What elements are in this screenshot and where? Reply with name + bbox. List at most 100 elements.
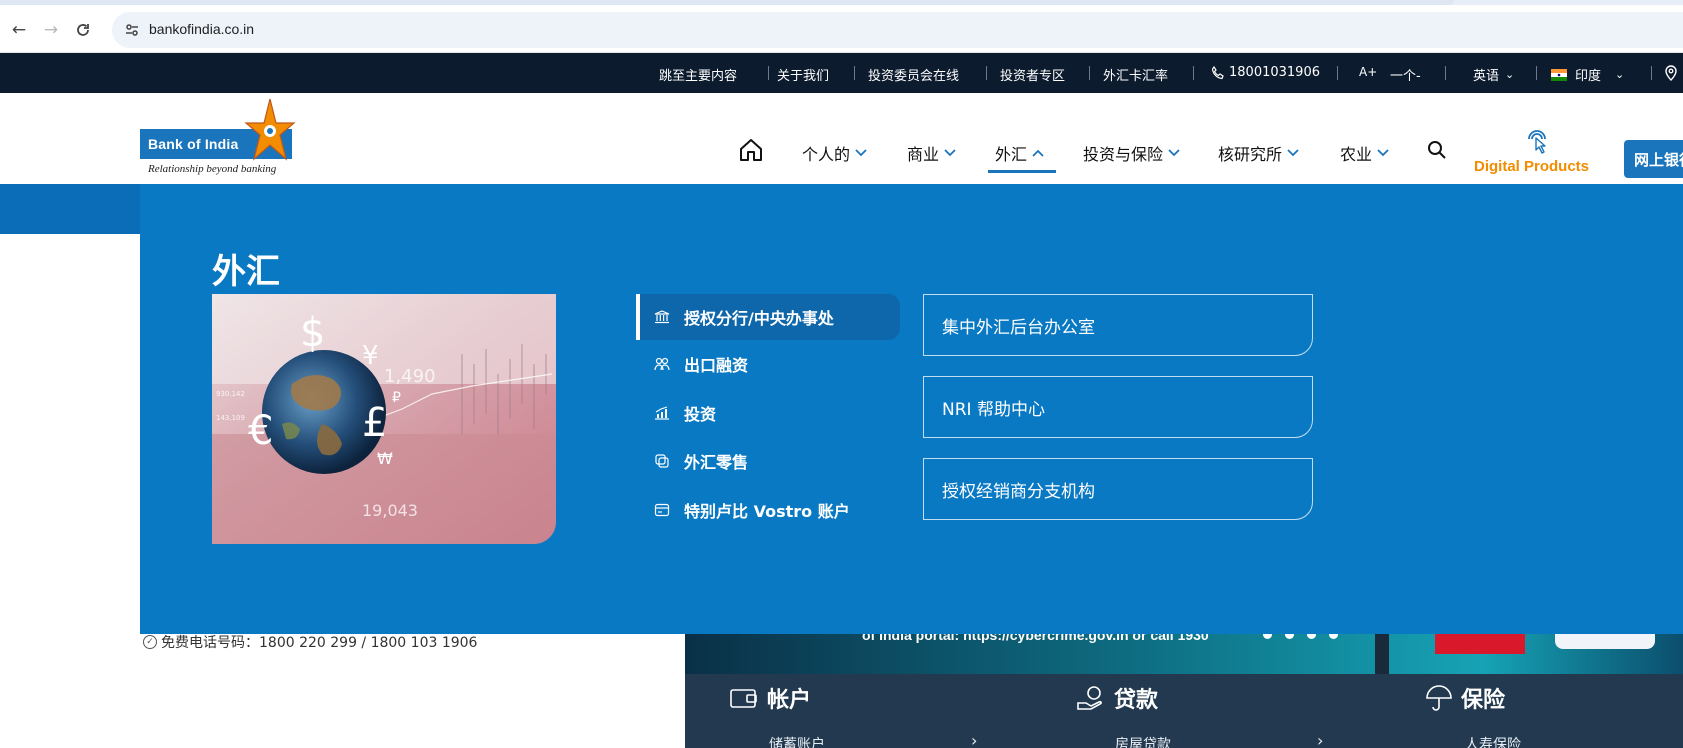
ruble-symbol: ₽ (392, 390, 401, 406)
quick-heading-label: 贷款 (1114, 688, 1159, 713)
investor-committee-link[interactable]: 投资委员会在线 (868, 65, 959, 84)
active-nav-underline (988, 170, 1056, 173)
nav-label: 核研究所 (1218, 145, 1283, 164)
figure-143109: 143,109 (216, 414, 245, 422)
euro-symbol: € (248, 408, 273, 454)
divider (1193, 66, 1194, 80)
divider (1337, 66, 1338, 80)
vostro-account-icon (652, 500, 672, 520)
chevron-down-icon (1168, 146, 1180, 160)
category-investment[interactable]: 投资 (636, 390, 900, 436)
address-bar[interactable]: bankofindia.co.in (112, 12, 1683, 48)
site-header: Bank of India Relationship beyond bankin… (0, 93, 1683, 184)
chevron-right-icon[interactable]: › (1317, 731, 1323, 748)
check-circle-icon: ✓ (143, 635, 157, 649)
figure-1490: 1,490 (384, 366, 436, 387)
about-us-link[interactable]: 关于我们 (777, 65, 829, 84)
home-icon[interactable] (738, 137, 764, 163)
won-symbol: ₩ (377, 449, 393, 468)
digital-products-label: Digital Products (1474, 158, 1590, 175)
chevron-down-icon (1287, 146, 1299, 160)
forex-retail-icon (652, 451, 672, 471)
dollar-symbol: $ (300, 310, 325, 356)
digital-products-link[interactable]: Digital Products (1474, 130, 1604, 177)
chevron-up-icon (1032, 146, 1044, 160)
quick-heading-label: 保险 (1461, 688, 1506, 713)
category-forex-retail[interactable]: 外汇零售 (636, 438, 900, 484)
chevron-down-icon (1377, 146, 1389, 160)
investment-chart-icon (652, 403, 672, 423)
utility-bar: 跳至主要内容 关于我们 投资委员会在线 投资者专区 外汇卡汇率 18001031… (0, 53, 1683, 93)
life-insurance-link[interactable]: 人寿保险 (1465, 734, 1521, 748)
language-label: 英语 (1473, 69, 1500, 84)
figure-930142: 930.142 (216, 390, 245, 398)
nav-forex[interactable]: 外汇 (995, 141, 1044, 165)
nav-agriculture[interactable]: 农业 (1340, 141, 1389, 165)
quick-loans-heading[interactable]: 贷款 (1076, 682, 1158, 714)
forex-rates-link[interactable]: 外汇卡汇率 (1103, 65, 1168, 84)
loan-hand-icon (1077, 686, 1102, 710)
export-finance-icon (652, 354, 672, 374)
back-icon[interactable]: ← (8, 19, 30, 41)
font-normal-button[interactable]: 一个- (1390, 65, 1421, 84)
investor-zone-link[interactable]: 投资者专区 (1000, 65, 1065, 84)
pound-symbol: £ (362, 400, 387, 446)
forex-globe-image: $ ¥ € £ ₩ ₽ 1,490 19,043 930.142 143,109 (212, 294, 556, 544)
category-authorized-branch[interactable]: 授权分行/中央办事处 (636, 294, 900, 340)
reload-icon[interactable] (72, 19, 94, 41)
bank-logo[interactable]: Bank of India Relationship beyond bankin… (140, 97, 296, 181)
site-info-icon[interactable] (123, 21, 141, 39)
category-label: 授权分行/中央办事处 (684, 309, 834, 328)
chevron-down-icon: ⌄ (1505, 68, 1515, 81)
umbrella-icon (1426, 685, 1452, 711)
chevron-right-icon[interactable]: › (971, 731, 977, 748)
language-select[interactable]: 英语 ⌄ (1473, 65, 1514, 84)
subitem-central-forex-back-office[interactable]: 集中外汇后台办公室 (923, 294, 1313, 356)
net-banking-button[interactable]: 网上银行 (1624, 140, 1683, 178)
nav-investment-insurance[interactable]: 投资与保险 (1083, 141, 1180, 165)
divider (1445, 66, 1446, 80)
savings-account-link[interactable]: 储蓄账户 (769, 734, 825, 748)
url-text[interactable]: bankofindia.co.in (149, 21, 254, 37)
quick-insurance-heading[interactable]: 保险 (1425, 682, 1505, 714)
subitem-authorized-dealer-branches[interactable]: 授权经销商分支机构 (923, 458, 1313, 520)
phone-link[interactable]: 18001031906 (1211, 65, 1320, 80)
location-icon[interactable] (1664, 65, 1678, 85)
font-increase-button[interactable]: A+ (1359, 65, 1377, 79)
figure-19043: 19,043 (362, 501, 418, 520)
divider (768, 66, 769, 80)
phone-number: 18001031906 (1229, 65, 1320, 80)
logo-star-icon (244, 98, 296, 161)
quick-links-bar: 帐户 贷款 保险 储蓄账户 › 房屋贷款 › 人寿保险 (685, 674, 1683, 748)
divider (854, 66, 855, 80)
india-flag-icon (1551, 68, 1567, 81)
category-label: 投资 (684, 405, 717, 424)
nav-personal[interactable]: 个人的 (802, 141, 867, 165)
divider (1651, 66, 1652, 80)
search-icon[interactable] (1426, 139, 1448, 161)
phone-icon (1211, 65, 1224, 79)
category-label: 外汇零售 (684, 453, 749, 472)
nav-label: 投资与保险 (1083, 145, 1164, 164)
nav-business[interactable]: 商业 (907, 141, 956, 165)
nav-research-institute[interactable]: 核研究所 (1218, 141, 1299, 165)
divider (986, 66, 987, 80)
skip-to-content-link[interactable]: 跳至主要内容 (659, 65, 737, 84)
forward-icon[interactable]: → (40, 19, 62, 41)
category-export-finance[interactable]: 出口融资 (636, 341, 900, 387)
category-vostro-account[interactable]: 特别卢比 Vostro 账户 (636, 487, 900, 533)
subitem-nri-help-center[interactable]: NRI 帮助中心 (923, 376, 1313, 438)
chevron-down-icon: ⌄ (1615, 68, 1625, 81)
nav-label: 外汇 (995, 145, 1028, 164)
quick-accounts-heading[interactable]: 帐户 (729, 682, 811, 714)
home-loan-link[interactable]: 房屋贷款 (1115, 734, 1171, 748)
nav-label: 个人的 (802, 145, 851, 164)
nav-label: 商业 (907, 145, 940, 164)
nav-label: 农业 (1340, 145, 1373, 164)
forex-mega-menu: 外汇 $ ¥ € £ ₩ ₽ 1,490 19,043 930.142 143,… (140, 184, 1683, 634)
logo-text: Bank of India (148, 136, 239, 152)
toll-free-info: ✓ 免费电话号码：1800 220 299 / 1800 103 1906 (143, 632, 477, 652)
country-select[interactable]: 印度 ⌄ (1551, 65, 1624, 84)
logo-tagline: Relationship beyond banking (148, 163, 277, 175)
quick-heading-label: 帐户 (767, 688, 812, 713)
